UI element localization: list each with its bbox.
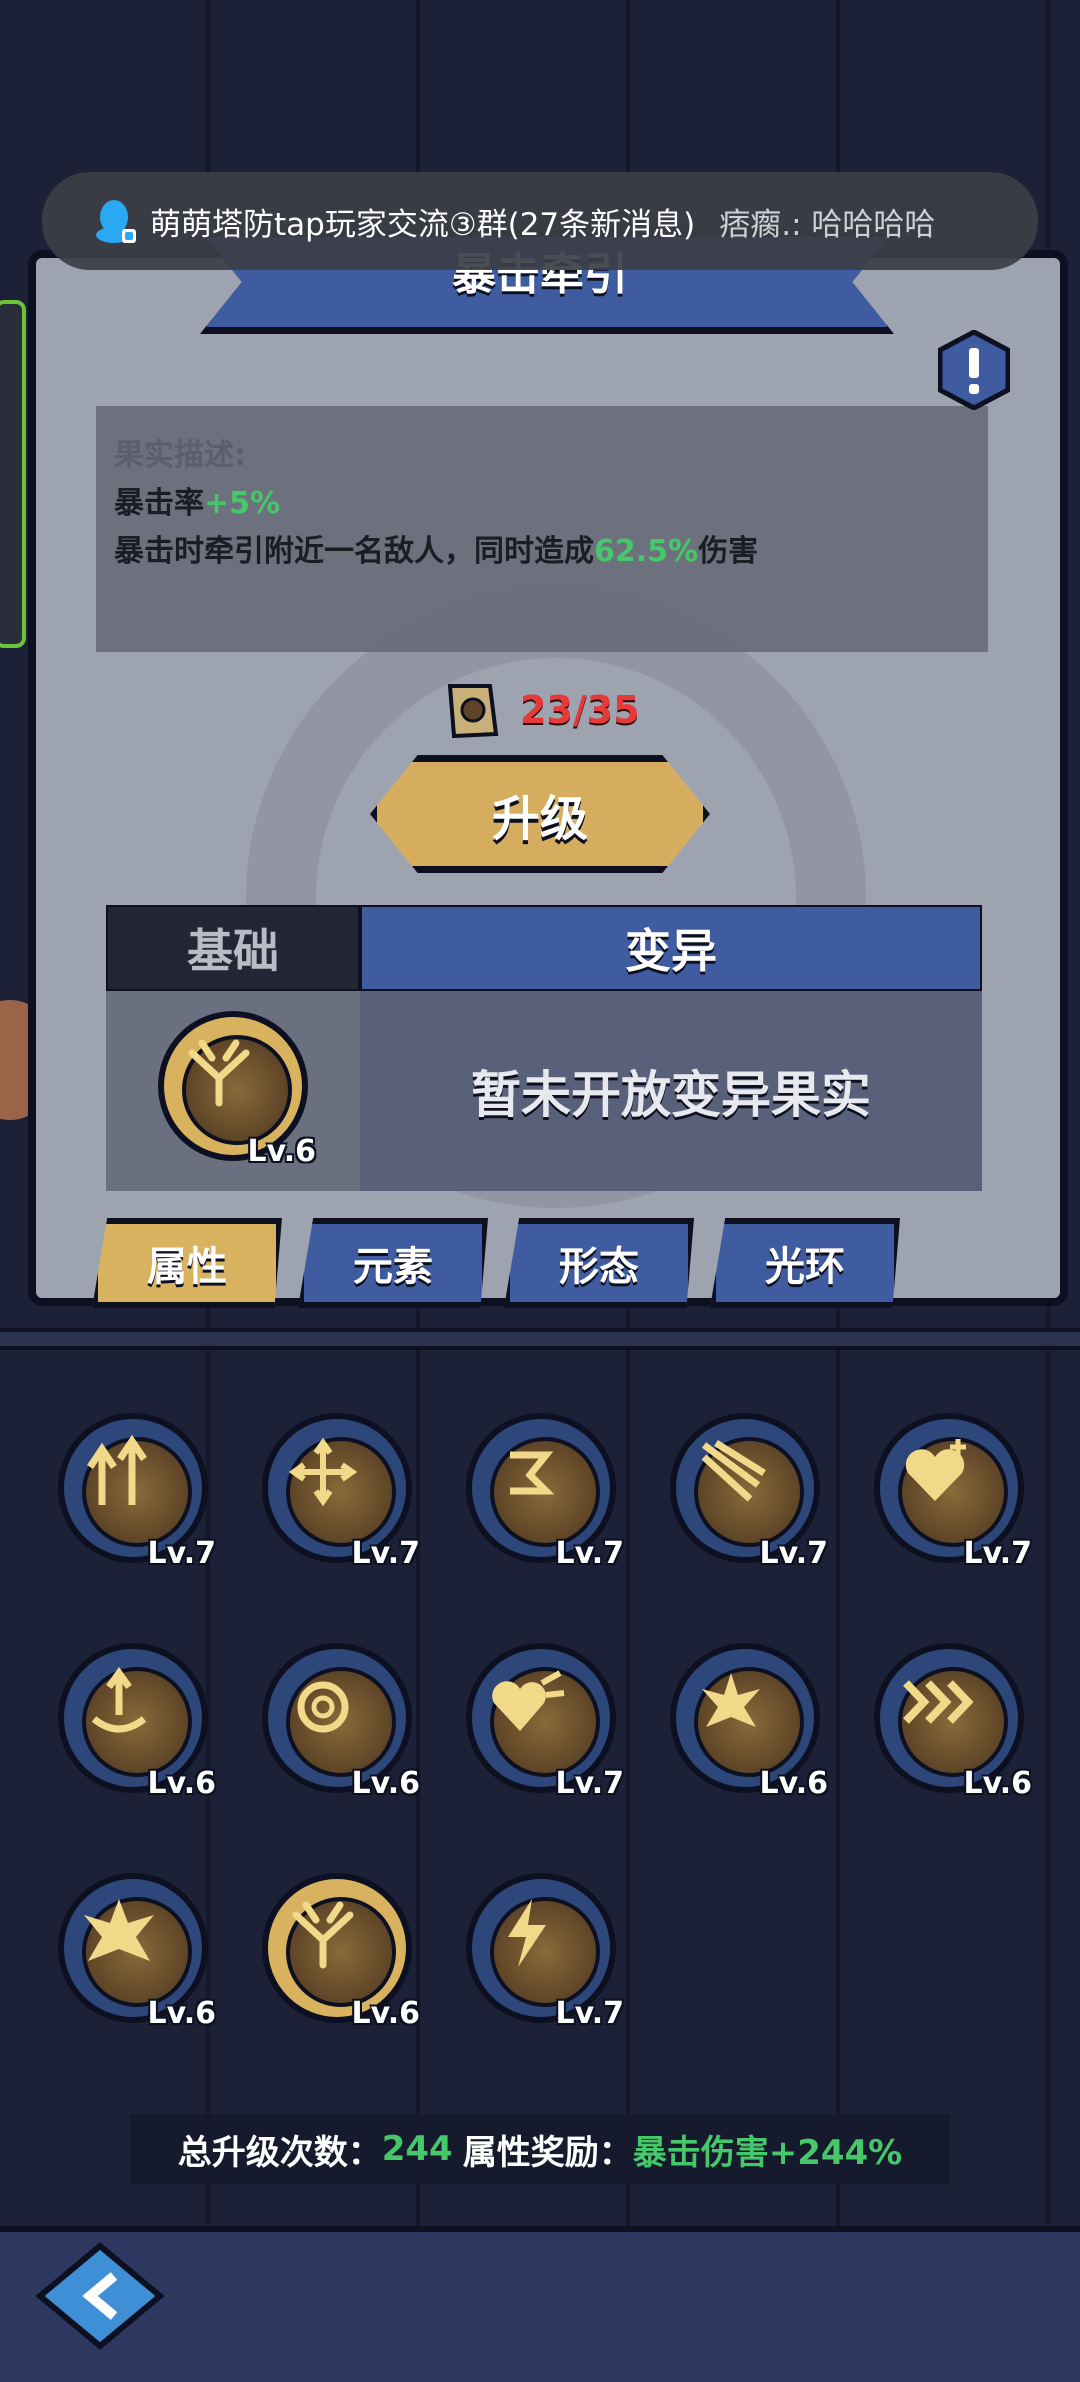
total-upgrades-value: 244 <box>381 2129 453 2169</box>
pot-swirl-icon <box>297 1681 349 1733</box>
tab-attribute[interactable]: 属性 <box>92 1218 282 1308</box>
upgrade-summary: 总升级次数： 244 属性奖励： 暴击伤害+244% <box>130 2114 950 2184</box>
fruit-item[interactable]: Lv.6 <box>866 1635 1032 1811</box>
attribute-bonus-label: 属性奖励： <box>462 2132 633 2173</box>
notification-title: 萌萌塔防tap玩家交流③群(27条新消息) <box>150 206 696 243</box>
category-tabs: 属性 元素 形态 光环 <box>92 1218 900 1308</box>
base-fruit-badge[interactable]: Lv.6 <box>150 1003 316 1179</box>
fruit-item[interactable]: Lv.6 <box>50 1865 216 2041</box>
tab-base[interactable]: 基础 <box>106 905 360 991</box>
arrows-out-icon <box>288 1437 358 1507</box>
lightning-icon <box>508 1899 546 1967</box>
fruit-item[interactable]: Lv.6 <box>50 1635 216 1811</box>
tab-mutation-label: 变异 <box>625 924 717 978</box>
fruit-level: Lv.6 <box>963 1766 1033 1801</box>
heart-burst-icon <box>492 1670 565 1731</box>
fruit-level: Lv.6 <box>351 1996 421 2031</box>
crit-rate-label: 暴击率 <box>114 486 204 521</box>
crit-pull-icon <box>188 1039 250 1107</box>
arrows-up-icon <box>87 1434 147 1505</box>
crit-rate-value: +5% <box>204 486 281 521</box>
fruit-type-tabs: 基础 变异 <box>106 905 982 991</box>
mutation-slot: 暂未开放变异果实 <box>360 991 982 1191</box>
tab-element[interactable]: 元素 <box>298 1218 488 1308</box>
fruit-level: Lv.6 <box>351 1766 421 1801</box>
description-line-1: 暴击率+5% <box>114 478 280 522</box>
fruit-item[interactable]: Lv.6 <box>662 1635 828 1811</box>
section-divider <box>0 1328 1080 1350</box>
base-fruit-slot[interactable]: Lv.6 <box>106 991 360 1191</box>
chevrons-icon <box>903 1680 974 1724</box>
qq-notification[interactable]: 萌萌塔防tap玩家交流③群(27条新消息) 痞瘸.: 哈哈哈哈 <box>42 172 1038 270</box>
spiral-hand-icon <box>510 1451 555 1495</box>
cost-value: 23/35 <box>520 688 640 732</box>
rays-icon <box>701 1440 766 1502</box>
effect-text: 暴击时牵引附近一名敌人，同时造成 <box>114 534 594 569</box>
qq-penguin-icon <box>96 200 136 243</box>
scroll-icon <box>447 684 499 739</box>
slot-area: Lv.6 暂未开放变异果实 <box>106 991 982 1191</box>
heart-plus-icon <box>905 1439 966 1501</box>
tab-aura[interactable]: 光环 <box>710 1218 900 1308</box>
fruit-item[interactable]: Lv.7 <box>866 1405 1032 1581</box>
tab-mutation[interactable]: 变异 <box>360 905 982 991</box>
fruit-level: Lv.7 <box>555 1536 625 1571</box>
fruit-level: Lv.7 <box>963 1536 1033 1571</box>
mutation-placeholder: 暂未开放变异果实 <box>471 1066 871 1124</box>
tab-form[interactable]: 形态 <box>504 1218 694 1308</box>
info-icon[interactable] <box>938 330 1010 410</box>
description-box: 果实描述: 暴击率+5% 暴击时牵引附近一名敌人，同时造成62.5%伤害 <box>96 406 988 652</box>
crit-pull-icon <box>292 1901 354 1969</box>
notification-message: 痞瘸.: 哈哈哈哈 <box>719 206 936 243</box>
description-line-2: 暴击时牵引附近一名敌人，同时造成62.5%伤害 <box>114 526 758 570</box>
fruit-level: Lv.6 <box>147 1996 217 2031</box>
fruit-level: Lv.6 <box>759 1766 829 1801</box>
fruit-level: Lv.7 <box>555 1996 625 2031</box>
fruit-level: Lv.7 <box>555 1766 625 1801</box>
fruit-level: Lv.7 <box>147 1536 217 1571</box>
damage-percent: 62.5% <box>594 534 699 569</box>
fruit-level: Lv.7 <box>759 1536 829 1571</box>
upgrade-label: 升级 <box>491 791 588 847</box>
fruit-item[interactable]: Lv.7 <box>458 1405 624 1581</box>
tab-base-label: 基础 <box>187 924 279 978</box>
tab-element-label: 元素 <box>353 1244 433 1290</box>
side-drawer-tab[interactable] <box>0 300 26 648</box>
blast-icon <box>84 1899 154 1961</box>
fruit-level: Lv.6 <box>247 1134 317 1169</box>
tab-form-label: 形态 <box>559 1244 639 1290</box>
fruit-item-selected[interactable]: Lv.6 <box>254 1865 420 2041</box>
fruit-item[interactable]: Lv.7 <box>662 1405 828 1581</box>
upgrade-button[interactable]: 升级 <box>370 755 710 873</box>
total-upgrades-label: 总升级次数： <box>177 2132 382 2173</box>
damage-suffix: 伤害 <box>698 534 759 569</box>
fruit-item[interactable]: Lv.6 <box>254 1635 420 1811</box>
back-arrow-icon[interactable] <box>30 2236 170 2356</box>
tab-aura-label: 光环 <box>765 1244 845 1290</box>
fruit-item[interactable]: Lv.7 <box>458 1865 624 2041</box>
fruit-level: Lv.6 <box>147 1766 217 1801</box>
upgrade-cost: 23/35 <box>440 678 640 742</box>
explosion-icon <box>702 1673 760 1727</box>
tab-attribute-label: 属性 <box>147 1244 227 1290</box>
fruit-item[interactable]: Lv.7 <box>458 1635 624 1811</box>
fruit-level: Lv.7 <box>351 1536 421 1571</box>
fruit-item[interactable]: Lv.7 <box>254 1405 420 1581</box>
fruit-item[interactable]: Lv.7 <box>50 1405 216 1581</box>
description-label: 果实描述: <box>114 438 246 473</box>
attribute-bonus-value: 暴击伤害+244% <box>632 2132 903 2173</box>
swirl-up-icon <box>91 1666 147 1733</box>
